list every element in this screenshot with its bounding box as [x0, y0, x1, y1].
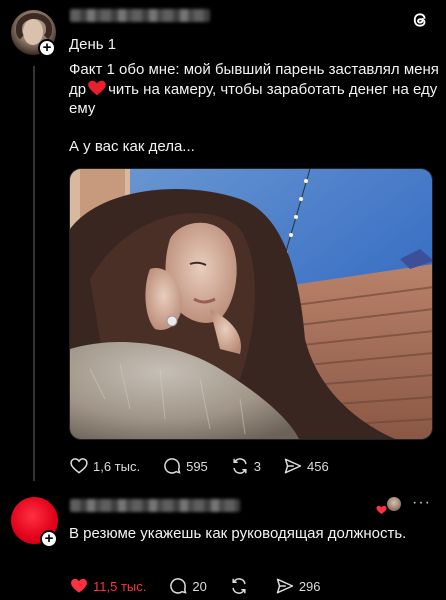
repost-icon [233, 458, 247, 474]
reply-share-count: 296 [298, 578, 321, 594]
reply-follow-plus-icon[interactable]: + [40, 530, 58, 548]
post-body: Факт 1 обо мне: мой бывший парень застав… [69, 60, 439, 119]
reply-share-button[interactable]: 296 [275, 576, 321, 596]
heart-icon [70, 458, 88, 474]
share-icon [276, 578, 294, 594]
like-button[interactable]: 1,6 тыс. [69, 456, 140, 476]
repost-button[interactable]: 3 [230, 456, 261, 476]
photo-illustration [70, 169, 432, 439]
share-button[interactable]: 456 [283, 456, 329, 476]
comment-icon [170, 578, 187, 594]
reply-author-name-blurred[interactable] [70, 499, 240, 512]
reply-text: В резюме укажешь как руководящая должнос… [69, 525, 407, 542]
heart-filled-icon [71, 578, 87, 593]
thread-connector-line [33, 66, 35, 481]
more-icon[interactable]: ··· [412, 495, 431, 511]
heart-emoji-icon [88, 80, 106, 95]
thread-post: + День 1 Факт 1 обо мне: мой бывший паре… [0, 0, 446, 485]
share-icon [284, 458, 302, 474]
author-liked-heart-icon [376, 505, 387, 515]
repost-icon [232, 578, 246, 594]
threads-logo-icon[interactable] [410, 10, 430, 30]
post-photo[interactable] [69, 168, 433, 440]
post-title: День 1 [69, 36, 117, 53]
comment-button[interactable]: 595 [162, 456, 208, 476]
reply-repost-button[interactable] [229, 576, 253, 596]
reply-action-bar: 11,5 тыс. 20 296 [69, 576, 343, 596]
author-name-blurred[interactable] [70, 9, 210, 22]
author-liked-avatar [387, 497, 401, 511]
follow-plus-icon[interactable]: + [38, 39, 56, 57]
share-count: 456 [307, 458, 329, 474]
reply-like-count: 11,5 тыс. [93, 578, 147, 594]
comment-count: 595 [186, 458, 208, 474]
reply-like-button[interactable]: 11,5 тыс. [69, 576, 146, 596]
reply-comment-count: 20 [192, 578, 207, 594]
post-question: А у вас как дела... [69, 138, 195, 155]
like-count: 1,6 тыс. [93, 458, 141, 474]
repost-count: 3 [253, 458, 262, 474]
post-body-part-2: чить на камеру, чтобы заработать денег н… [69, 80, 438, 118]
comment-icon [164, 458, 181, 474]
post-action-bar: 1,6 тыс. 595 3 456 [69, 456, 351, 476]
reply-comment-button[interactable]: 20 [168, 576, 207, 596]
